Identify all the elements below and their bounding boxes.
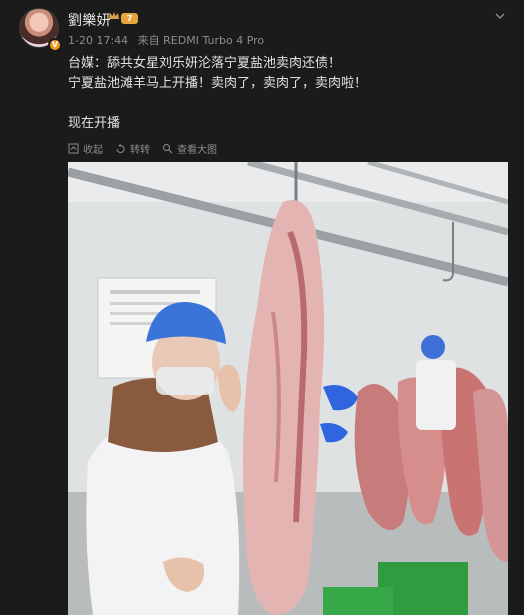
collapse-label: 收起 [83, 144, 103, 156]
photo-scene [68, 162, 508, 615]
chevron-down-icon[interactable] [492, 8, 508, 24]
post-line: 台媒：舔共女星刘乐妍沦落宁夏盐池卖肉还债！ [68, 56, 342, 71]
rotate-icon [116, 143, 125, 153]
post-photo[interactable] [68, 162, 508, 615]
post-source: 来自 REDMI Turbo 4 Pro [137, 34, 265, 47]
post-header: V 劉樂妍 7 1-20 17:44 来自 REDMI Turbo 4 Pro [0, 0, 524, 56]
repost-label: 转转 [130, 144, 150, 156]
collapse-icon [68, 143, 79, 153]
post-meta: 1-20 17:44 来自 REDMI Turbo 4 Pro [68, 32, 270, 48]
verified-v-icon: V [48, 38, 62, 52]
post-line: 现在开播 [68, 116, 121, 131]
post-line: 宁夏盐池滩羊马上开播！卖肉了，卖肉了，卖肉啦！ [68, 76, 368, 91]
post-line-blank [68, 94, 508, 114]
repost-button[interactable]: 转转 [115, 140, 150, 156]
collapse-button[interactable]: 收起 [68, 140, 103, 156]
view-large-button[interactable]: 查看大图 [162, 140, 217, 156]
username[interactable]: 劉樂妍 [68, 10, 111, 30]
post-date: 1-20 17:44 [68, 34, 129, 47]
magnify-icon [163, 143, 173, 153]
view-large-label: 查看大图 [177, 144, 217, 156]
crown-icon [109, 12, 119, 19]
post-content: 台媒：舔共女星刘乐妍沦落宁夏盐池卖肉还债！ 宁夏盐池滩羊马上开播！卖肉了，卖肉了… [68, 54, 508, 134]
image-actions: 收起 转转 查看大图 [68, 140, 217, 156]
level-badge: 7 [121, 13, 138, 24]
